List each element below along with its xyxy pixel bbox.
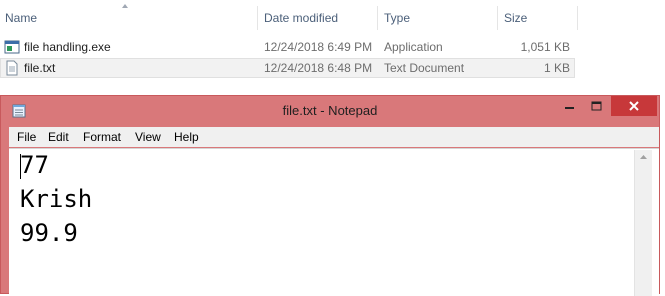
text-file-icon xyxy=(6,60,18,76)
exe-icon xyxy=(4,40,20,54)
column-header-type[interactable]: Type xyxy=(384,11,410,26)
menu-view[interactable]: View xyxy=(135,130,161,144)
file-size: 1 KB xyxy=(543,61,570,75)
text-line: 99.9 xyxy=(20,219,78,247)
column-header-size[interactable]: Size xyxy=(504,11,527,26)
menu-bar: File Edit Format View Help xyxy=(9,127,659,147)
text-line: 77 xyxy=(20,151,49,179)
file-type: Text Document xyxy=(384,61,465,75)
menu-edit[interactable]: Edit xyxy=(48,130,69,144)
minimize-icon xyxy=(565,107,574,109)
notepad-window: file.txt - Notepad File Edit Format View… xyxy=(0,95,660,296)
file-size: 1,051 KB xyxy=(520,40,570,54)
file-row-selected[interactable]: file.txt 12/24/2018 6:48 PM Text Documen… xyxy=(0,58,575,78)
file-name: file.txt xyxy=(24,61,56,75)
menu-format[interactable]: Format xyxy=(83,130,121,144)
column-header-row: Name Date modified Type Size xyxy=(0,0,665,36)
file-date: 12/24/2018 6:49 PM xyxy=(264,40,373,54)
column-divider[interactable] xyxy=(257,6,258,30)
maximize-icon xyxy=(591,101,602,111)
close-button[interactable] xyxy=(611,96,657,116)
file-row[interactable]: file handling.exe 12/24/2018 6:49 PM App… xyxy=(0,37,575,57)
scroll-up-arrow-icon[interactable] xyxy=(635,150,652,164)
file-name: file handling.exe xyxy=(24,40,111,54)
file-type: Application xyxy=(384,40,443,54)
text-editor-area[interactable]: 77 Krish 99.9 xyxy=(9,148,659,296)
vertical-scrollbar[interactable] xyxy=(634,150,652,296)
column-header-date-modified[interactable]: Date modified xyxy=(264,11,338,26)
menu-help[interactable]: Help xyxy=(174,130,199,144)
file-date: 12/24/2018 6:48 PM xyxy=(264,61,373,75)
column-divider[interactable] xyxy=(497,6,498,30)
file-explorer-list: Name Date modified Type Size file handli… xyxy=(0,0,665,94)
title-bar[interactable]: file.txt - Notepad xyxy=(1,96,659,126)
menu-file[interactable]: File xyxy=(17,130,36,144)
close-icon xyxy=(629,101,639,111)
sort-ascending-icon xyxy=(122,4,128,8)
column-header-name[interactable]: Name xyxy=(5,11,37,26)
maximize-button[interactable] xyxy=(584,96,610,116)
column-divider[interactable] xyxy=(577,6,578,30)
minimize-button[interactable] xyxy=(556,96,584,116)
column-divider[interactable] xyxy=(377,6,378,30)
text-line: Krish xyxy=(20,185,93,213)
